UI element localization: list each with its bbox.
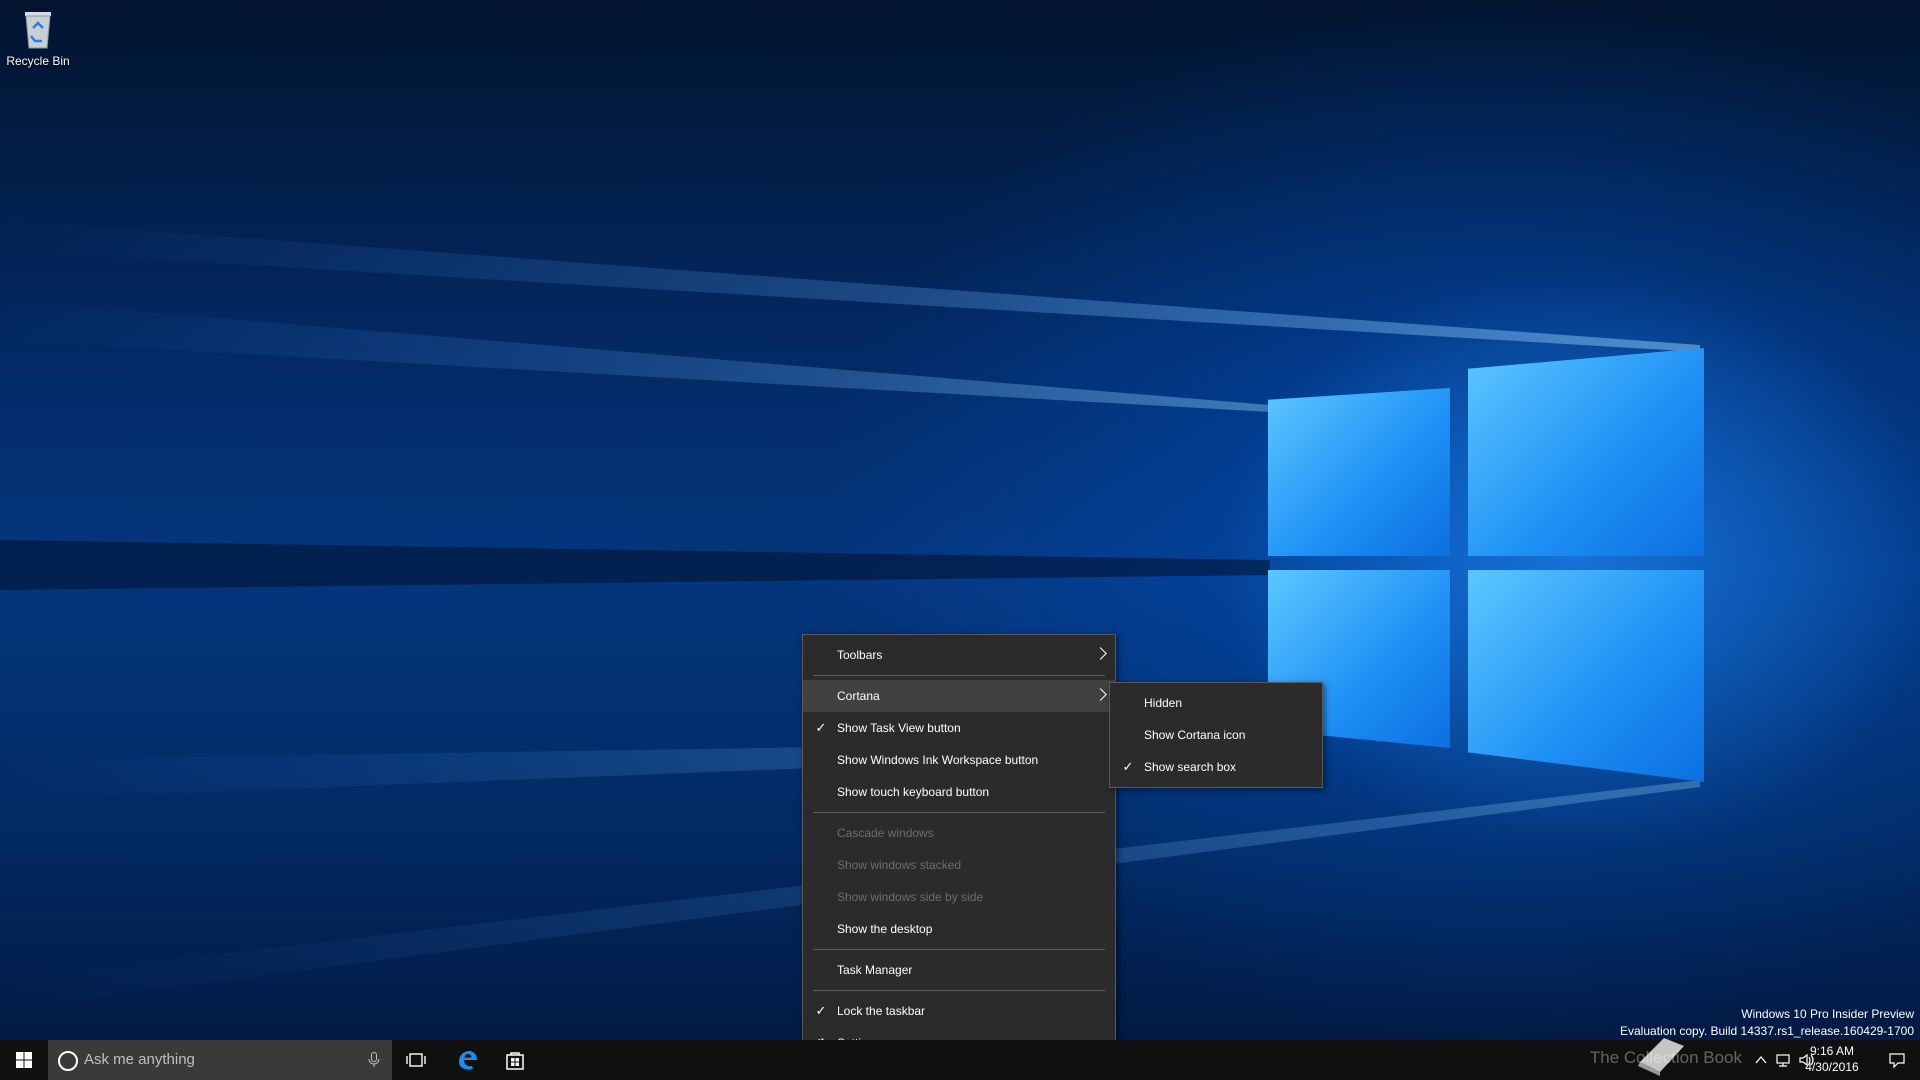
submenu-item-hidden[interactable]: Hidden: [1110, 687, 1322, 719]
menu-item-label: Show Task View button: [837, 721, 961, 735]
checkmark-icon: ✓: [815, 1003, 827, 1018]
checkmark-icon: ✓: [815, 720, 827, 735]
menu-item-label: Hidden: [1144, 696, 1183, 710]
checkmark-icon: ✓: [1122, 759, 1134, 774]
store-icon: [506, 1052, 524, 1070]
windows-logo-icon: [16, 1052, 32, 1068]
logo-pane-top-right: [1468, 348, 1704, 556]
menu-item-show-windows-stacked: Show windows stacked: [803, 849, 1115, 881]
menu-separator: [813, 812, 1105, 813]
submenu-item-show-search-box[interactable]: ✓ Show search box: [1110, 751, 1322, 783]
menu-separator: [813, 949, 1105, 950]
cortana-search-box[interactable]: Ask me anything: [48, 1040, 392, 1080]
chevron-right-icon: [1094, 688, 1107, 701]
menu-item-label: Lock the taskbar: [837, 1004, 926, 1018]
edge-icon: [459, 1051, 477, 1070]
menu-item-label: Show search box: [1144, 760, 1237, 774]
task-view-icon: [406, 1053, 426, 1067]
microphone-icon: [368, 1052, 380, 1067]
system-tray: The Collection Book 9:16 AM 4/30/2016: [1520, 1038, 1920, 1080]
watermark-edition: Windows 10 Pro Insider Preview: [1741, 1007, 1914, 1021]
cortana-circle-icon: [58, 1051, 78, 1071]
logo-pane-bottom-right: [1468, 570, 1704, 782]
menu-item-task-manager[interactable]: Task Manager: [803, 954, 1115, 986]
menu-item-show-touch-keyboard-button[interactable]: Show touch keyboard button: [803, 776, 1115, 808]
taskbar-context-menu: Toolbars Cortana ✓ Show Task View button…: [802, 634, 1116, 1064]
menu-item-label: Cascade windows: [837, 826, 934, 840]
chevron-right-icon: [1094, 647, 1107, 660]
clock-date: 4/30/2016: [1805, 1060, 1859, 1074]
menu-item-cascade-windows: Cascade windows: [803, 817, 1115, 849]
start-button[interactable]: [0, 1040, 48, 1080]
menu-item-lock-the-taskbar[interactable]: ✓ Lock the taskbar: [803, 995, 1115, 1027]
menu-item-label: Cortana: [837, 689, 880, 703]
submenu-item-show-cortana-icon[interactable]: Show Cortana icon: [1110, 719, 1322, 751]
menu-item-show-windows-side-by-side: Show windows side by side: [803, 881, 1115, 913]
menu-item-show-ink-workspace-button[interactable]: Show Windows Ink Workspace button: [803, 744, 1115, 776]
recycle-bin-label: Recycle Bin: [6, 54, 70, 68]
menu-item-toolbars[interactable]: Toolbars: [803, 639, 1115, 671]
menu-item-cortana[interactable]: Cortana: [803, 680, 1115, 712]
search-placeholder: Ask me anything: [84, 1051, 195, 1068]
menu-separator: [813, 990, 1105, 991]
menu-separator: [813, 675, 1105, 676]
menu-item-label: Show the desktop: [837, 922, 933, 936]
menu-item-label: Show Windows Ink Workspace button: [837, 753, 1039, 767]
chevron-up-icon[interactable]: [1752, 1051, 1770, 1069]
taskbar[interactable]: Ask me anything The Collection Book 9:16…: [0, 1038, 1920, 1080]
edge-taskbar-button[interactable]: [443, 1040, 491, 1080]
recycle-bin-icon: [18, 6, 58, 50]
logo-pane-top-left: [1268, 388, 1450, 556]
menu-item-label: Show touch keyboard button: [837, 785, 990, 799]
task-view-button[interactable]: [392, 1040, 440, 1080]
recycle-bin-shortcut[interactable]: Recycle Bin: [4, 6, 72, 68]
watermark-overlay-text: The Collection Book: [1589, 1048, 1742, 1067]
menu-item-show-task-view-button[interactable]: ✓ Show Task View button: [803, 712, 1115, 744]
taskbar-clock[interactable]: 9:16 AM 4/30/2016: [1792, 1043, 1872, 1075]
menu-item-label: Show Cortana icon: [1144, 728, 1246, 742]
clock-time: 9:16 AM: [1809, 1044, 1855, 1058]
network-icon[interactable]: [1774, 1051, 1792, 1069]
cortana-submenu: Hidden Show Cortana icon ✓ Show search b…: [1109, 682, 1323, 788]
menu-item-label: Toolbars: [837, 648, 883, 662]
menu-item-label: Show windows side by side: [837, 890, 984, 904]
menu-item-show-the-desktop[interactable]: Show the desktop: [803, 913, 1115, 945]
menu-item-label: Task Manager: [837, 963, 913, 977]
store-taskbar-button[interactable]: [491, 1040, 539, 1080]
action-center-icon[interactable]: [1888, 1051, 1906, 1069]
menu-item-label: Show windows stacked: [837, 858, 962, 872]
